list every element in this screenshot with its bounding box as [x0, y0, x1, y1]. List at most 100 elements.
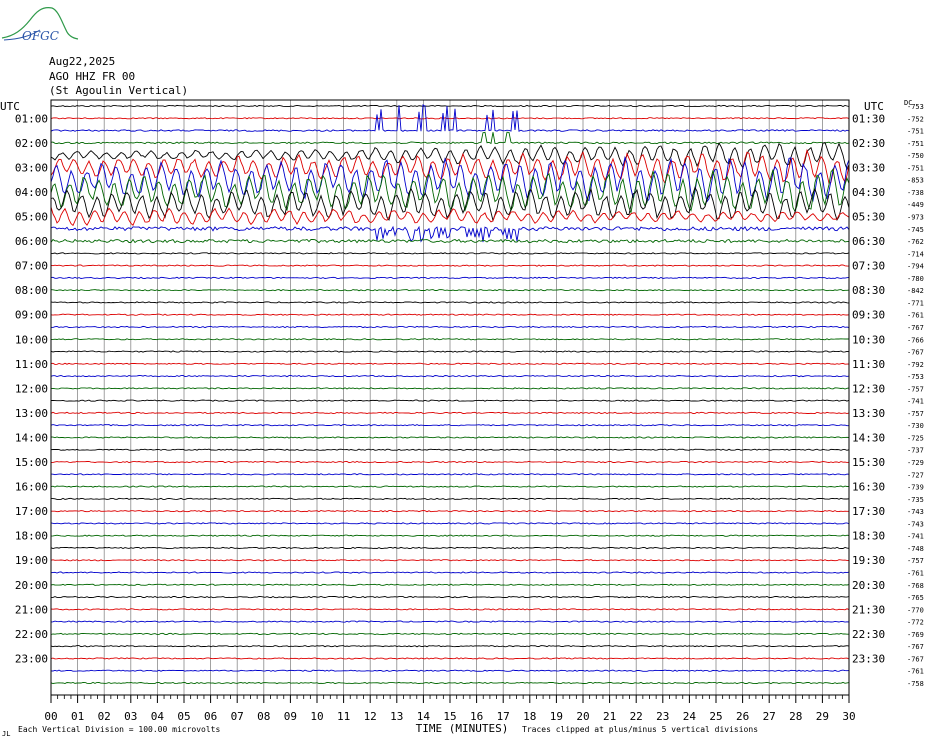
utc-title-right: UTC	[864, 100, 884, 113]
x-tick-label: 00	[44, 710, 57, 723]
dc-offset-label: -765	[907, 594, 924, 602]
dc-offset-label: -748	[907, 545, 924, 553]
dc-offset-label: -757	[907, 557, 924, 565]
dc-offset-label: -794	[907, 263, 924, 271]
dc-offset-label: -757	[907, 410, 924, 418]
dc-offset-label: -753	[907, 373, 924, 381]
hour-label-left: 15:00	[15, 456, 48, 469]
dc-offset-label: -743	[907, 508, 924, 516]
x-tick-label: 01	[71, 710, 84, 723]
dc-offset-label: -761	[907, 668, 924, 676]
x-tick-label: 12	[364, 710, 377, 723]
x-tick-label: 21	[603, 710, 616, 723]
x-tick-label: 20	[576, 710, 589, 723]
trace-line	[50, 608, 850, 611]
hour-label-right: 02:30	[852, 137, 885, 150]
dc-offset-label: -771	[907, 299, 924, 307]
trace-line	[50, 669, 850, 672]
hour-label-left: 23:00	[15, 652, 48, 665]
dc-offset-label: -761	[907, 312, 924, 320]
dc-offset-label: -973	[907, 213, 924, 221]
hour-label-left: 22:00	[15, 628, 48, 641]
hour-label-right: 03:30	[852, 161, 885, 174]
hour-label-left: 11:00	[15, 358, 48, 371]
hour-label-right: 22:30	[852, 628, 885, 641]
hour-label-right: 16:30	[852, 481, 885, 494]
dc-offset-label: -780	[907, 275, 924, 283]
dc-offset-label: -729	[907, 459, 924, 467]
plot-grid	[50, 100, 850, 695]
dc-offset-label: -741	[907, 533, 924, 541]
x-tick-label: 28	[789, 710, 802, 723]
dc-offset-label: -768	[907, 582, 924, 590]
dc-offset-label: -730	[907, 422, 924, 430]
hour-label-left: 06:00	[15, 235, 48, 248]
dc-offset-label: -449	[907, 201, 924, 209]
dc-offset-label: -741	[907, 398, 924, 406]
hour-label-right: 20:30	[852, 579, 885, 592]
trace-line	[50, 522, 850, 525]
hour-label-right: 15:30	[852, 456, 885, 469]
x-tick-label: 10	[310, 710, 323, 723]
x-tick-label: 08	[257, 710, 270, 723]
hour-label-left: 05:00	[15, 210, 48, 223]
dc-offset-label: -751	[907, 140, 924, 148]
dc-offset-label: -766	[907, 336, 924, 344]
hour-label-left: 12:00	[15, 382, 48, 395]
x-tick-label: 24	[683, 710, 697, 723]
hour-label-right: 12:30	[852, 382, 885, 395]
x-tick-label: 29	[816, 710, 829, 723]
x-axis-label: TIME (MINUTES)	[416, 722, 509, 735]
hour-label-left: 08:00	[15, 284, 48, 297]
hour-label-left: 21:00	[15, 603, 48, 616]
dc-offset-label: -738	[907, 189, 924, 197]
hour-label-left: 03:00	[15, 161, 48, 174]
dc-offset-label: -725	[907, 434, 924, 442]
hour-label-right: 19:30	[852, 554, 885, 567]
hour-label-right: 17:30	[852, 505, 885, 518]
hour-label-left: 19:00	[15, 554, 48, 567]
dc-offset-label: -853	[907, 177, 924, 185]
helicorder-plot: 01:00 01:30 02:00 02:30 03:00 03:30 04:00 04:30…	[0, 99, 924, 738]
hour-label-right: 07:30	[852, 260, 885, 273]
footer-clip-note: Traces clipped at plus/minus 5 vertical …	[522, 725, 758, 734]
dc-offset-label: -767	[907, 349, 924, 357]
x-tick-label: 26	[736, 710, 749, 723]
hour-label-right: 21:30	[852, 603, 885, 616]
utc-title-left: UTC	[0, 100, 20, 113]
hour-label-left: 14:00	[15, 431, 48, 444]
x-tick-label: 30	[842, 710, 855, 723]
hour-label-left: 13:00	[15, 407, 48, 420]
x-tick-label: 09	[284, 710, 297, 723]
x-tick-label: 22	[630, 710, 643, 723]
dc-offset-label: -758	[907, 680, 924, 688]
dc-offset-label: -751	[907, 128, 924, 136]
hour-label-right: 11:30	[852, 358, 885, 371]
x-tick-label: 13	[390, 710, 403, 723]
dc-offset-label: -752	[907, 115, 924, 123]
hour-label-right: 14:30	[852, 431, 885, 444]
hour-label-left: 20:00	[15, 579, 48, 592]
x-tick-label: 25	[709, 710, 722, 723]
hour-label-right: 04:30	[852, 186, 885, 199]
dc-offset-label: -842	[907, 287, 924, 295]
hour-label-right: 01:30	[852, 112, 885, 125]
x-tick-label: 03	[124, 710, 137, 723]
dc-offset-label: -714	[907, 250, 924, 258]
x-tick-label: 07	[231, 710, 244, 723]
dc-offset-label: -762	[907, 238, 924, 246]
x-tick-label: 05	[177, 710, 190, 723]
x-tick-label: 18	[523, 710, 536, 723]
x-tick-label: 02	[98, 710, 111, 723]
hour-label-right: 23:30	[852, 652, 885, 665]
dc-offset-label: -769	[907, 631, 924, 639]
dc-offset-label: -751	[907, 164, 924, 172]
x-tick-label: 23	[656, 710, 669, 723]
hour-label-right: 06:30	[852, 235, 885, 248]
dc-offset-label: -767	[907, 643, 924, 651]
hour-label-right: 08:30	[852, 284, 885, 297]
hour-label-left: 17:00	[15, 505, 48, 518]
hour-label-left: 16:00	[15, 481, 48, 494]
hour-label-right: 09:30	[852, 309, 885, 322]
dc-offset-label: -761	[907, 570, 924, 578]
